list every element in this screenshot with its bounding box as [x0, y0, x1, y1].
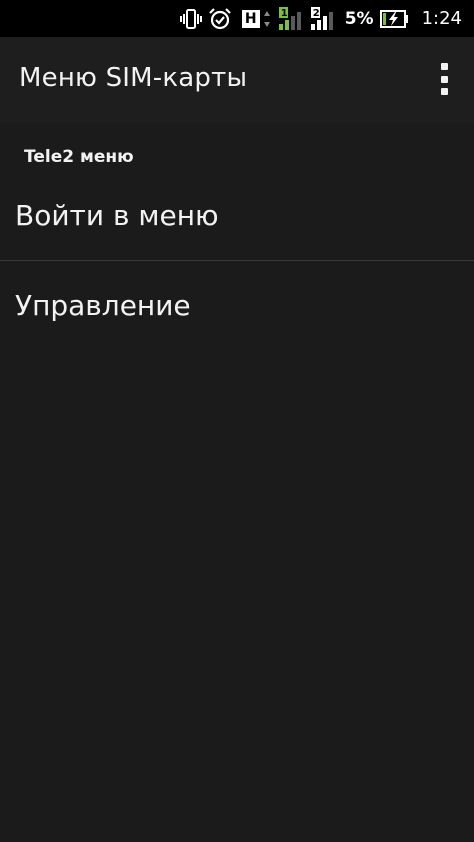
section-header: Tele2 меню [24, 147, 134, 167]
h-badge: H [241, 9, 260, 28]
menu-item-management[interactable]: Управление [0, 261, 474, 349]
app-bar: Меню SIM-карты [0, 37, 474, 123]
h-network-icon: H [241, 7, 260, 31]
signal-sim2-icon: 2 [309, 6, 335, 31]
menu-item-enter-menu[interactable]: Войти в меню [0, 172, 474, 260]
more-vert-icon[interactable] [434, 59, 454, 99]
menu-item-label: Управление [15, 289, 191, 322]
status-bar: H 1 2 5% 1:24 [0, 0, 474, 37]
vibrate-icon [179, 7, 202, 31]
battery-percent: 5% [344, 8, 374, 29]
sim2-number: 2 [312, 7, 320, 19]
battery-charging-icon [379, 7, 410, 31]
data-arrows-icon [263, 7, 271, 31]
sim1-number: 1 [280, 7, 288, 19]
page-title: Меню SIM-карты [19, 63, 248, 93]
clock: 1:24 [421, 8, 462, 29]
signal-sim1-icon: 1 [277, 6, 303, 31]
alarm-icon [208, 7, 232, 31]
menu-item-label: Войти в меню [15, 199, 219, 232]
